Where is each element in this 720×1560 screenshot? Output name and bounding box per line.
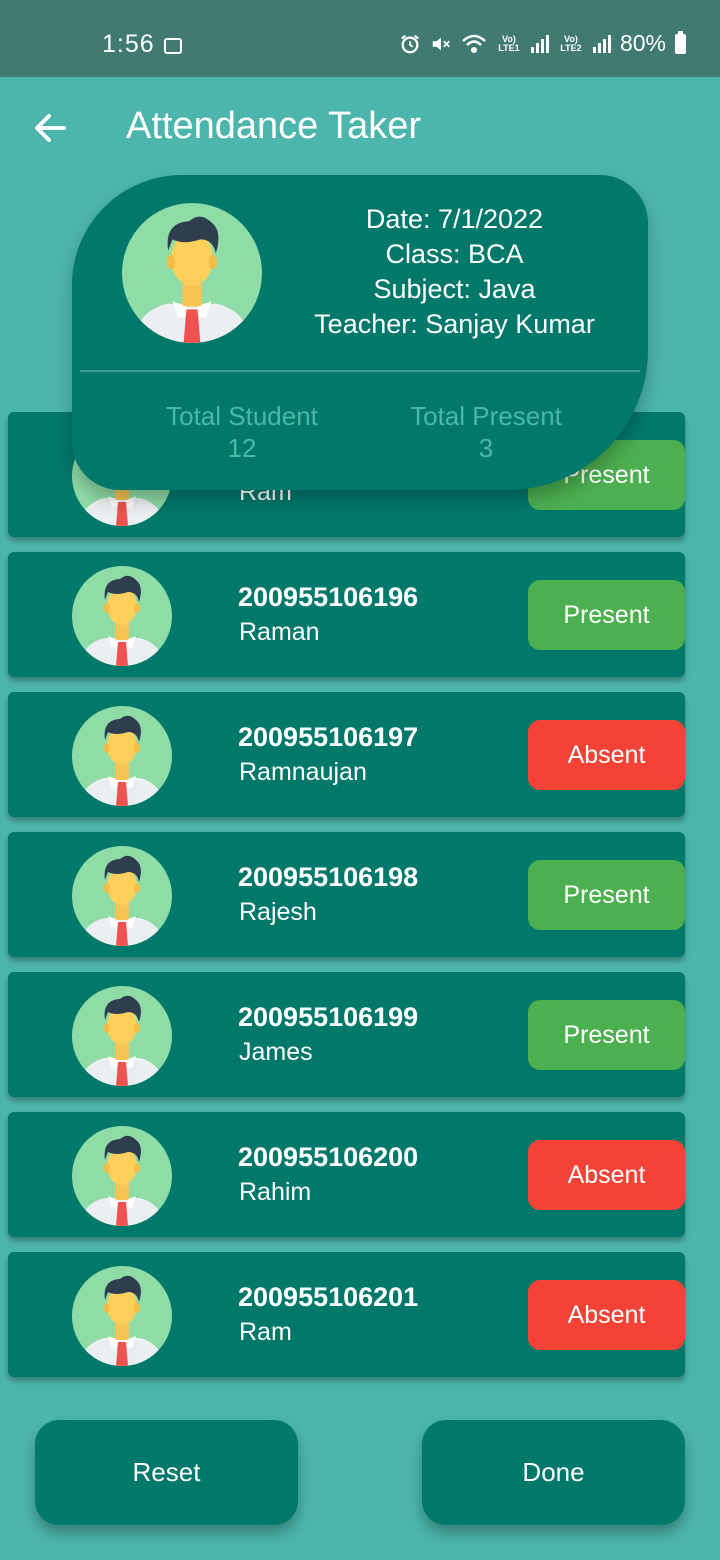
total-present-label: Total Present bbox=[410, 401, 562, 431]
attendance-status-button[interactable]: Present bbox=[528, 1000, 685, 1070]
reset-button[interactable]: Reset bbox=[35, 1420, 298, 1525]
student-avatar bbox=[72, 986, 172, 1086]
lte1-label: Vo) LTE1 bbox=[498, 33, 520, 53]
status-time: 1:56 bbox=[102, 30, 155, 58]
total-student-value: 12 bbox=[227, 433, 257, 463]
student-id: 200955106196 bbox=[238, 582, 419, 612]
divider bbox=[80, 370, 640, 372]
student-id: 200955106199 bbox=[238, 1002, 419, 1032]
gallery-notification-icon bbox=[164, 38, 182, 54]
attendance-status-button[interactable]: Present bbox=[528, 860, 685, 930]
student-id: 200955106198 bbox=[238, 862, 419, 892]
session-info: Date: 7/1/2022 Class: BCA Subject: Java … bbox=[292, 202, 617, 342]
battery-icon bbox=[675, 30, 686, 54]
attendance-status-button[interactable]: Absent bbox=[528, 720, 685, 790]
mute-icon bbox=[432, 37, 450, 50]
signal-1-icon bbox=[530, 34, 549, 53]
student-avatar bbox=[72, 706, 172, 806]
student-avatar bbox=[72, 1126, 172, 1226]
student-id: 200955106201 bbox=[238, 1282, 419, 1312]
student-name: Rahim bbox=[239, 1178, 312, 1206]
wifi-icon bbox=[462, 34, 486, 53]
student-avatar bbox=[72, 566, 172, 666]
status-icons: Vo) LTE1 Vo) LTE2 80% bbox=[399, 30, 686, 57]
student-id: 200955106197 bbox=[238, 722, 419, 752]
student-row: 200955106198 Rajesh Present bbox=[8, 832, 685, 957]
page-title: Attendance Taker bbox=[126, 105, 422, 147]
session-class: Class: BCA bbox=[385, 239, 524, 269]
student-row: 200955106201 Ram Absent bbox=[8, 1252, 685, 1377]
student-id: 200955106200 bbox=[238, 1142, 419, 1172]
student-name: James bbox=[239, 1038, 313, 1066]
student-name: Rajesh bbox=[239, 898, 317, 926]
battery-percent: 80% bbox=[619, 30, 666, 56]
student-name: Ram bbox=[239, 1318, 292, 1346]
attendance-status-button[interactable]: Absent bbox=[528, 1280, 685, 1350]
student-row: 200955106196 Raman Present bbox=[8, 552, 685, 677]
teacher-avatar bbox=[122, 203, 262, 343]
student-row: 200955106200 Rahim Absent bbox=[8, 1112, 685, 1237]
total-student-stat: Total Student 12 bbox=[142, 400, 342, 464]
student-name: Raman bbox=[239, 618, 320, 646]
done-button[interactable]: Done bbox=[422, 1420, 685, 1525]
student-name: Ramnaujan bbox=[239, 758, 367, 786]
alarm-icon bbox=[401, 34, 419, 53]
attendance-status-button[interactable]: Present bbox=[528, 580, 685, 650]
lte2-label: Vo) LTE2 bbox=[560, 33, 582, 53]
back-arrow-icon[interactable] bbox=[30, 108, 70, 148]
status-bar: 1:56 Vo) LTE1 Vo) LTE2 80% bbox=[0, 0, 720, 77]
student-row: 200955106197 Ramnaujan Absent bbox=[8, 692, 685, 817]
session-date: Date: 7/1/2022 bbox=[365, 204, 544, 234]
session-summary-card: Date: 7/1/2022 Class: BCA Subject: Java … bbox=[72, 175, 648, 490]
total-student-label: Total Student bbox=[166, 401, 318, 431]
student-avatar bbox=[72, 1266, 172, 1366]
total-present-stat: Total Present 3 bbox=[386, 400, 586, 464]
signal-2-icon bbox=[592, 34, 611, 53]
session-teacher: Teacher: Sanjay Kumar bbox=[314, 309, 595, 339]
student-row: 200955106199 James Present bbox=[8, 972, 685, 1097]
student-avatar bbox=[72, 846, 172, 946]
total-present-value: 3 bbox=[478, 433, 494, 463]
session-subject: Subject: Java bbox=[373, 274, 536, 304]
attendance-status-button[interactable]: Absent bbox=[528, 1140, 685, 1210]
